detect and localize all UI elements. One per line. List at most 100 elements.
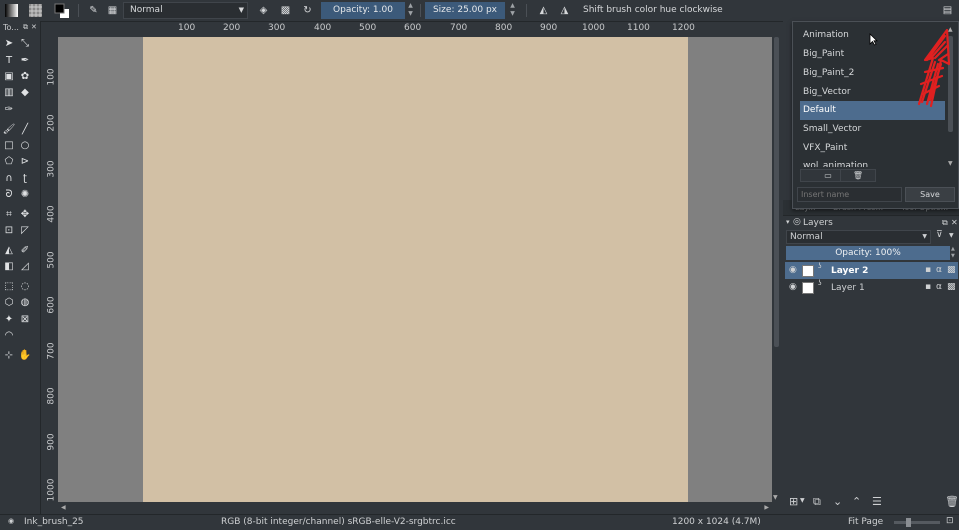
red-arrow-annotation [917,28,951,108]
add-layer-icon[interactable]: ⊞ [789,495,798,508]
delete-layer-icon[interactable]: 🗑 [945,495,959,508]
eraser-icon[interactable]: ◈ [256,3,271,18]
similar-select-icon[interactable]: ⊠ [19,313,31,325]
freehand-select-icon[interactable]: ◍ [19,296,31,308]
move-icon[interactable]: ✥ [19,208,31,220]
bezier-select-icon[interactable]: ◠ [3,329,15,341]
zoom-slider[interactable] [894,521,940,524]
text-icon[interactable]: T [3,54,15,66]
move-down-icon[interactable]: ⌄ [833,495,842,508]
delete-preset-button[interactable]: 🗑 [840,169,876,182]
preset-name-input[interactable] [797,187,902,202]
select-shapes-icon[interactable]: ➤ [3,37,15,49]
measure-icon[interactable]: ◸ [19,224,31,236]
layer-opacity-slider[interactable]: Opacity: 100% [786,246,950,260]
float-icon[interactable]: ⧉ [23,23,28,32]
inherit-alpha-icon[interactable]: ▩ [947,265,956,275]
layer-opacity-spinner[interactable]: ▲ ▼ [951,246,958,260]
eyedropper-icon[interactable]: ✑ [3,103,15,115]
lock-icon[interactable]: ▪ [925,282,931,292]
preset-item[interactable]: VFX_Paint [800,139,945,158]
pan-icon[interactable]: ✋ [19,349,31,361]
color-swatch-icon[interactable] [54,3,69,18]
eye-icon[interactable]: ◉ [789,282,797,292]
brush-presets-icon[interactable]: ▦ [105,3,120,18]
move-up-icon[interactable]: ⌃ [852,495,861,508]
preserve-alpha-icon[interactable]: ▩ [278,3,293,18]
alpha-icon[interactable]: α [936,265,942,275]
gradient-icon[interactable] [4,3,19,18]
close-icon[interactable]: ✕ [31,23,37,31]
zoom-slider-handle[interactable] [906,518,911,527]
rect-select-icon[interactable]: ⬚ [3,280,15,292]
contiguous-select-icon[interactable]: ✦ [3,313,15,325]
zoom-select[interactable]: Fit Page [848,517,883,527]
crop-icon[interactable]: ⌗ [3,208,15,220]
layer-properties-icon[interactable]: ☰ [872,495,882,508]
zoom-icon[interactable]: ⊹ [3,349,15,361]
multibrush-icon[interactable]: ✺ [19,188,31,200]
layer-row[interactable]: ◉ ʖ Layer 2 ▪ α ▩ [785,262,958,279]
brush-editor-icon[interactable]: ✎ [86,3,101,18]
calligraphy-icon[interactable]: ✒ [19,54,31,66]
size-slider[interactable]: Size: 25.00 px [425,2,505,19]
line-icon[interactable]: ╱ [19,123,31,135]
ellipse-select-icon[interactable]: ◌ [19,280,31,292]
polygon-icon[interactable]: ⬠ [3,155,15,167]
layer-blend-select[interactable]: Normal ▼ [786,230,931,244]
layer-name[interactable]: Layer 1 [831,283,865,293]
chevron-down-icon[interactable]: ▼ [949,232,954,239]
transform-icon[interactable]: ⊡ [3,224,15,236]
fill-pattern-icon[interactable]: ◆ [19,86,31,98]
preset-name-field[interactable] [798,188,901,201]
pattern-icon[interactable] [28,3,43,18]
color-picker-icon[interactable]: ✐ [19,244,31,256]
collapse-icon[interactable]: ▾ [786,218,790,226]
freehand-path-icon[interactable]: ʈ [19,172,31,184]
opacity-slider[interactable]: Opacity: 1.00 [321,2,405,19]
inherit-alpha-icon[interactable]: ▩ [947,282,956,292]
size-label: Size: 25.00 px [432,5,498,15]
save-button[interactable]: Save [905,187,955,202]
assistant-icon[interactable]: ◿ [19,260,31,272]
lock-icon[interactable]: ▪ [925,265,931,275]
filter-icon[interactable]: ⊽ [936,230,943,240]
opacity-spinner[interactable]: ▲ ▼ [406,2,415,19]
docker-menu-icon[interactable]: ▤ [940,3,955,18]
duplicate-layer-icon[interactable]: ⧉ [813,495,821,509]
layer-name[interactable]: Layer 2 [831,266,868,276]
preset-item[interactable]: Small_Vector [800,120,945,139]
reload-preset-icon[interactable]: ↻ [300,3,315,18]
mirror-horizontal-icon[interactable]: ◭ [536,3,551,18]
eye-icon[interactable]: ◉ [789,265,797,275]
close-icon[interactable]: ✕ [951,218,958,227]
colorize-mask-icon[interactable]: ◧ [3,260,15,272]
mirror-vertical-icon[interactable]: ◮ [557,3,572,18]
rectangle-icon[interactable]: □ [3,139,15,151]
dynamic-brush-icon[interactable]: ᘐ [3,188,15,200]
layer-row[interactable]: ◉ ʖ Layer 1 ▪ α ▩ [785,279,958,296]
chevron-down-icon[interactable]: ▼ [800,497,805,504]
horizontal-scrollbar[interactable]: ◀ ▶ [58,503,772,513]
fill-icon[interactable]: ◭ [3,244,15,256]
alpha-icon[interactable]: α [936,282,942,292]
fit-icon[interactable]: ⊡ [946,516,954,526]
vertical-ruler: 100 200 300 400 500 600 700 800 900 1000 [42,36,58,503]
pattern-edit-icon[interactable]: ▥ [3,86,15,98]
smart-patch-icon[interactable]: ✿ [19,70,31,82]
size-spinner[interactable]: ▲ ▼ [508,2,517,19]
preset-item[interactable]: wol_animation [800,157,945,167]
gradient-edit-icon[interactable]: ▣ [3,70,15,82]
vertical-scrollbar[interactable]: ▼ [772,37,781,502]
ruler-tick: 300 [268,23,286,33]
edit-shapes-icon[interactable]: ⤡ [19,37,31,49]
polyline-icon[interactable]: ⊳ [19,155,31,167]
ellipse-icon[interactable]: ○ [19,139,31,151]
blend-mode-select[interactable]: Normal ▼ [123,2,248,19]
freehand-brush-icon[interactable]: 🖌 [3,123,16,135]
float-icon[interactable]: ⧉ [942,218,948,228]
polygon-select-icon[interactable]: ⬡ [3,296,15,308]
canvas[interactable] [143,37,688,502]
bezier-icon[interactable]: ∩ [3,172,15,184]
ruler-tick: 700 [450,23,468,33]
